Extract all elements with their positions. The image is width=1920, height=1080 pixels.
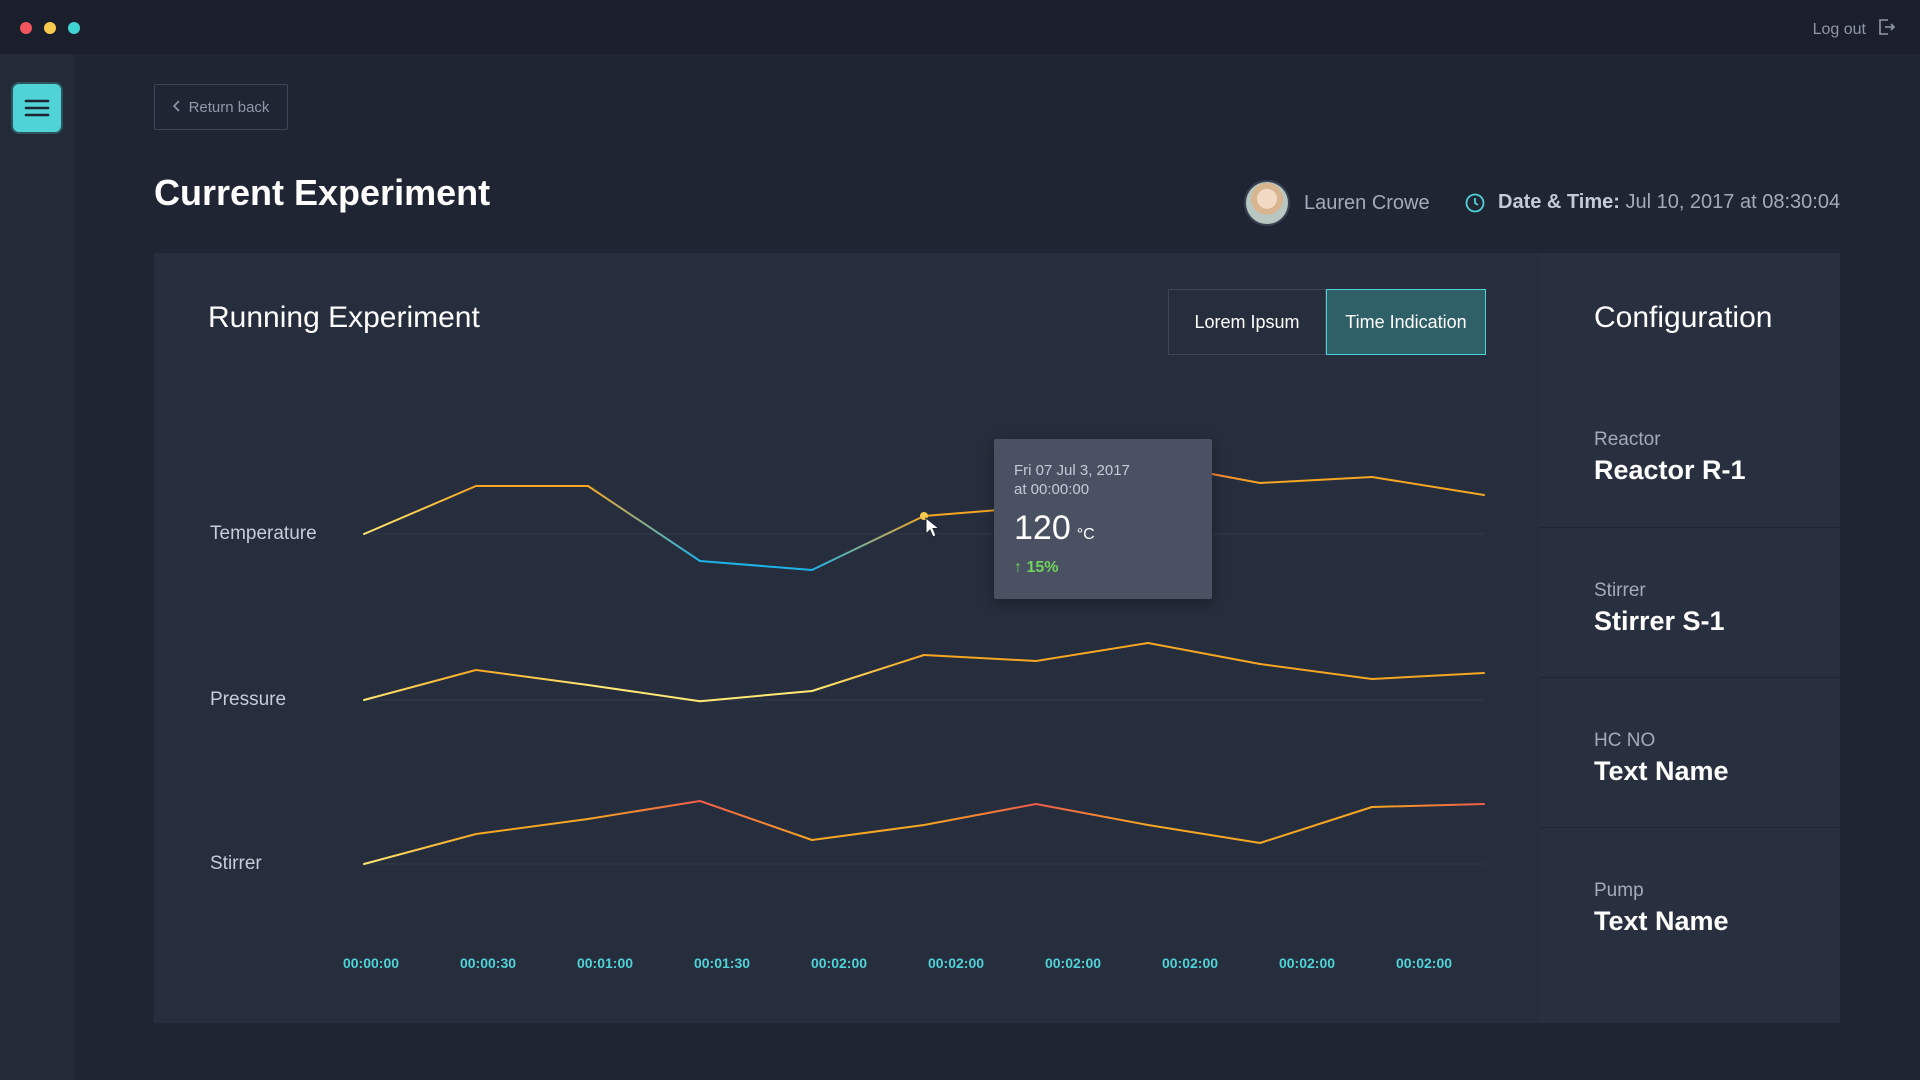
series-line-stirrer [1035, 803, 1149, 826]
series-line-pressure [1035, 642, 1149, 662]
series-line-temperature [811, 515, 925, 571]
x-tick: 00:02:00 [810, 955, 868, 971]
x-tick: 00:00:00 [342, 955, 400, 971]
sidebar [0, 54, 74, 1080]
tooltip-date-line: Fri 07 Jul 3, 2017 [1014, 462, 1130, 479]
chevron-left-icon [172, 99, 181, 116]
tooltip-change: ↑ 15% [1014, 559, 1058, 577]
toggle-time-indication[interactable]: Time Indication [1326, 289, 1486, 355]
x-tick: 00:02:00 [1161, 955, 1219, 971]
series-line-pressure [1259, 663, 1373, 680]
x-tick: 00:02:00 [1044, 955, 1102, 971]
series-line-pressure [363, 669, 477, 701]
view-toggle: Lorem Ipsum Time Indication [1168, 289, 1486, 355]
x-tick: 00:00:30 [459, 955, 517, 971]
tooltip-date: Fri 07 Jul 3, 2017 at 00:00:00 [1014, 461, 1130, 499]
return-back-button[interactable]: Return back [154, 84, 288, 130]
series-line-temperature [1371, 476, 1485, 496]
config-value: Text Name [1594, 756, 1729, 786]
data-point-tooltip: Fri 07 Jul 3, 2017 at 00:00:00 120 °C ↑ 1… [994, 439, 1212, 599]
logout-label: Log out [1812, 20, 1866, 38]
user-profile[interactable]: Lauren Crowe [1244, 180, 1430, 226]
configuration-title: Configuration [1594, 301, 1773, 334]
close-window-dot[interactable] [20, 22, 32, 34]
series-line-pressure [587, 684, 701, 703]
series-line-stirrer [363, 833, 477, 865]
return-back-label: Return back [188, 98, 270, 116]
datetime-value: Jul 10, 2017 at 08:30:04 [1625, 191, 1841, 213]
user-name: Lauren Crowe [1304, 191, 1430, 214]
row-label-stirrer: Stirrer [210, 853, 262, 874]
series-line-pressure [1371, 672, 1485, 680]
maximize-window-dot[interactable] [68, 22, 80, 34]
hamburger-icon [24, 99, 50, 117]
arrow-up-icon: ↑ [1014, 559, 1022, 576]
series-line-stirrer [923, 803, 1037, 826]
series-line-stirrer [1147, 824, 1261, 844]
series-line-stirrer [475, 818, 589, 835]
series-line-temperature [699, 560, 813, 571]
logout-button[interactable]: Log out [1813, 17, 1896, 42]
x-tick: 00:02:00 [1278, 955, 1336, 971]
series-line-pressure [475, 669, 589, 686]
avatar [1244, 180, 1290, 226]
config-label: Reactor [1594, 429, 1661, 450]
x-tick: 00:01:00 [576, 955, 634, 971]
series-line-temperature [363, 485, 477, 535]
toggle-lorem-ipsum[interactable]: Lorem Ipsum [1168, 289, 1326, 355]
config-value: Text Name [1594, 906, 1729, 936]
experiment-panel: Running Experiment Lorem Ipsum Time Indi… [154, 253, 1540, 1023]
config-value: Stirrer S-1 [1594, 606, 1725, 636]
series-line-pressure [811, 654, 925, 692]
tooltip-value: 120 °C [1014, 509, 1095, 548]
series-line-pressure [1147, 642, 1261, 665]
datetime-label: Date & Time: [1498, 191, 1620, 213]
config-item-stirrer[interactable]: Stirrer Stirrer S-1 [1540, 527, 1840, 677]
series-line-stirrer [1371, 803, 1485, 808]
experiment-chart [363, 461, 1485, 865]
series-line-temperature [587, 485, 701, 562]
logout-icon [1876, 17, 1896, 42]
tooltip-time-line: at 00:00:00 [1014, 481, 1090, 498]
clock-icon [1464, 192, 1486, 214]
page-title: Current Experiment [154, 172, 491, 213]
config-label: Pump [1594, 880, 1644, 901]
panel-title: Running Experiment [208, 301, 480, 334]
datetime-display: Date & Time: Jul 10, 2017 at 08:30:04 [1464, 191, 1840, 214]
x-tick: 00:01:30 [693, 955, 751, 971]
config-item-reactor[interactable]: Reactor Reactor R-1 [1540, 377, 1840, 527]
minimize-window-dot[interactable] [44, 22, 56, 34]
series-line-stirrer [587, 800, 701, 820]
series-line-stirrer [811, 824, 925, 841]
x-tick: 00:02:00 [1395, 955, 1453, 971]
configuration-panel: Configuration Reactor Reactor R-1 Stirre… [1540, 253, 1840, 1023]
row-label-pressure: Pressure [210, 689, 287, 710]
row-label-temperature: Temperature [210, 523, 317, 544]
series-line-pressure [923, 654, 1037, 662]
tooltip-change-value: 15% [1026, 559, 1059, 576]
config-item-pump[interactable]: Pump Text Name [1540, 827, 1840, 977]
config-item-hc-no[interactable]: HC NO Text Name [1540, 677, 1840, 827]
config-label: HC NO [1594, 730, 1656, 751]
menu-button[interactable] [13, 84, 61, 132]
tooltip-value-number: 120 [1014, 509, 1071, 547]
x-tick: 00:02:00 [927, 955, 985, 971]
tooltip-unit: °C [1076, 526, 1095, 543]
window-titlebar: Log out [0, 0, 1920, 54]
series-line-temperature [1259, 476, 1373, 484]
config-value: Reactor R-1 [1594, 455, 1746, 485]
series-line-stirrer [699, 800, 813, 841]
series-line-stirrer [1259, 806, 1373, 844]
config-label: Stirrer [1594, 580, 1646, 601]
